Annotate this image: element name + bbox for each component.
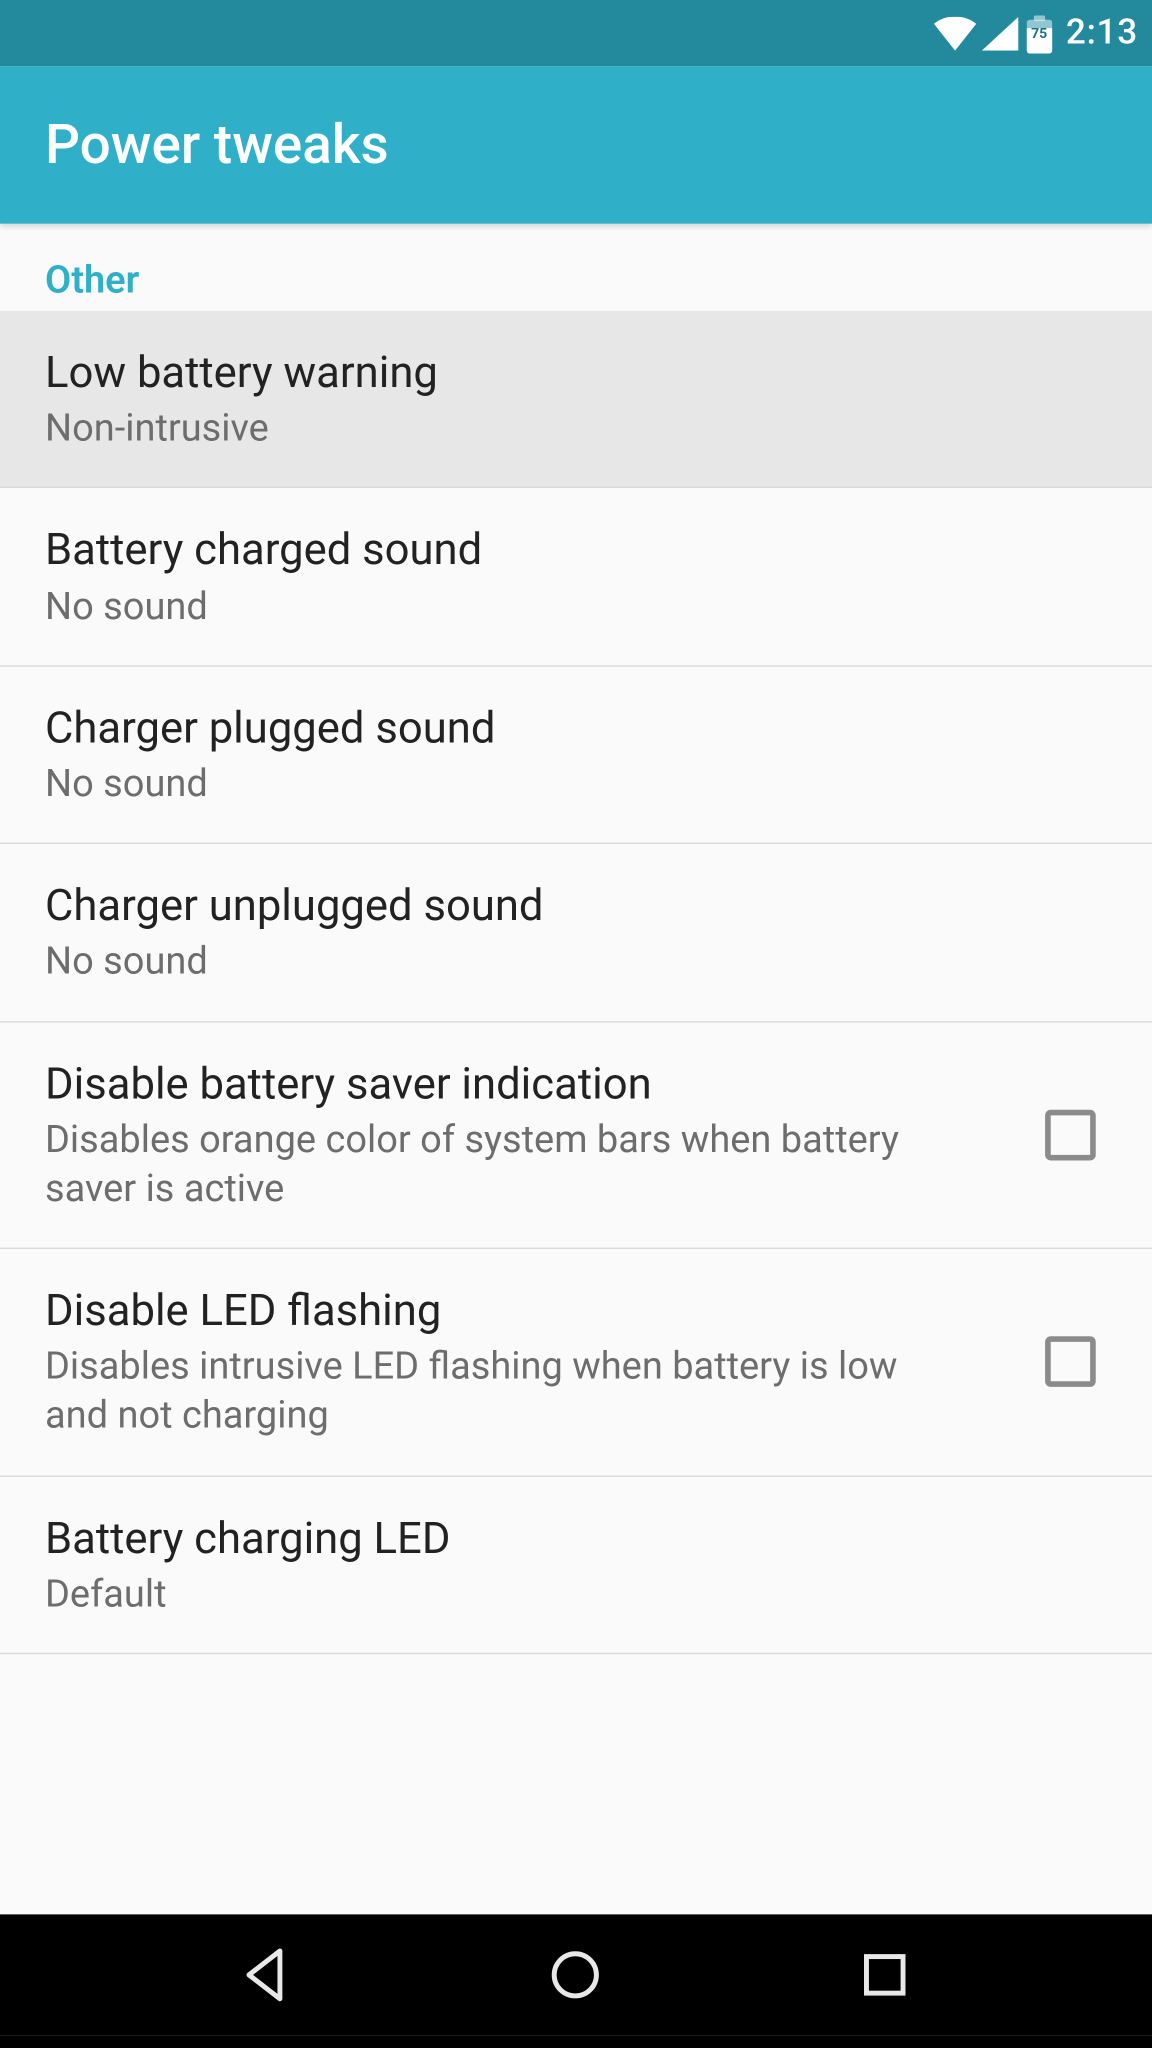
settings-list[interactable]: Other Low battery warning Non-intrusive …: [0, 224, 1152, 1915]
pref-charger-unplugged-sound[interactable]: Charger unplugged sound No sound: [0, 844, 1152, 1022]
battery-percent: 75: [1027, 26, 1052, 41]
pref-title: Disable LED flashing: [45, 1283, 1023, 1340]
pref-title: Low battery warning: [45, 345, 1107, 402]
pref-battery-charged-sound[interactable]: Battery charged sound No sound: [0, 489, 1152, 667]
pref-disable-led-flashing[interactable]: Disable LED flashing Disables intrusive …: [0, 1249, 1152, 1476]
checkbox[interactable]: [1045, 1337, 1096, 1388]
pref-title: Charger unplugged sound: [45, 878, 1107, 935]
home-button[interactable]: [534, 1933, 618, 2017]
pref-summary: No sound: [45, 760, 1107, 809]
page-title: Power tweaks: [45, 113, 389, 178]
pref-low-battery-warning[interactable]: Low battery warning Non-intrusive: [0, 311, 1152, 489]
pref-title: Battery charging LED: [45, 1510, 1107, 1567]
pref-title: Disable battery saver indication: [45, 1056, 1023, 1113]
pref-title: Charger plugged sound: [45, 700, 1107, 757]
battery-icon: 75: [1027, 13, 1052, 52]
checkbox[interactable]: [1045, 1110, 1096, 1161]
status-clock: 2:13: [1066, 13, 1138, 54]
app-bar: Power tweaks: [0, 66, 1152, 224]
back-button[interactable]: [225, 1933, 309, 2017]
pref-battery-charging-led[interactable]: Battery charging LED Default: [0, 1476, 1152, 1654]
signal-icon: [981, 16, 1018, 50]
device-frame: 75 2:13 Power tweaks Other Low battery w…: [0, 0, 1152, 2035]
pref-summary: Disables intrusive LED flashing when bat…: [45, 1342, 945, 1441]
pref-title: Battery charged sound: [45, 522, 1107, 579]
section-header-other: Other: [0, 224, 1152, 311]
pref-disable-battery-saver-indication[interactable]: Disable battery saver indication Disable…: [0, 1022, 1152, 1249]
pref-summary: Disables orange color of system bars whe…: [45, 1115, 945, 1214]
pref-summary: No sound: [45, 937, 1107, 986]
navigation-bar: [0, 1914, 1152, 2035]
pref-summary: No sound: [45, 582, 1107, 631]
wifi-icon: [934, 16, 976, 50]
pref-charger-plugged-sound[interactable]: Charger plugged sound No sound: [0, 666, 1152, 844]
pref-summary: Default: [45, 1570, 1107, 1619]
recents-button[interactable]: [843, 1933, 927, 2017]
pref-summary: Non-intrusive: [45, 404, 1107, 453]
status-bar: 75 2:13: [0, 0, 1152, 66]
